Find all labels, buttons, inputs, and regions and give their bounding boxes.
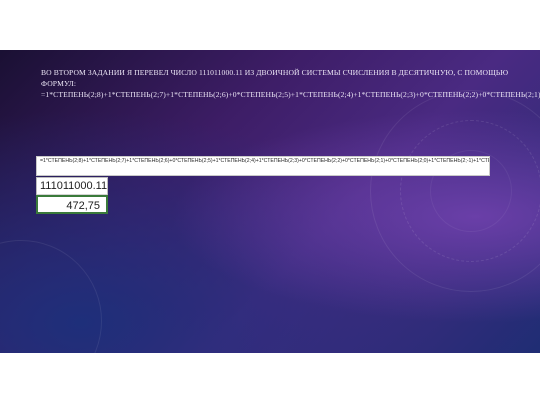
formula-bar[interactable]: =1*СТЕПЕНЬ(2;8)+1*СТЕПЕНЬ(2;7)+1*СТЕПЕНЬ… [36,156,490,176]
spreadsheet-cells: 111011000.11 472,75 [36,177,108,214]
decimal-result-cell[interactable]: 472,75 [36,195,108,214]
binary-number-cell[interactable]: 111011000.11 [37,178,107,195]
decorative-circle [0,240,102,353]
slide-heading: ВО ВТОРОМ ЗАДАНИИ Я ПЕРЕВЕЛ ЧИСЛО 111011… [41,68,540,99]
presentation-slide: ВО ВТОРОМ ЗАДАНИИ Я ПЕРЕВЕЛ ЧИСЛО 111011… [0,50,540,353]
